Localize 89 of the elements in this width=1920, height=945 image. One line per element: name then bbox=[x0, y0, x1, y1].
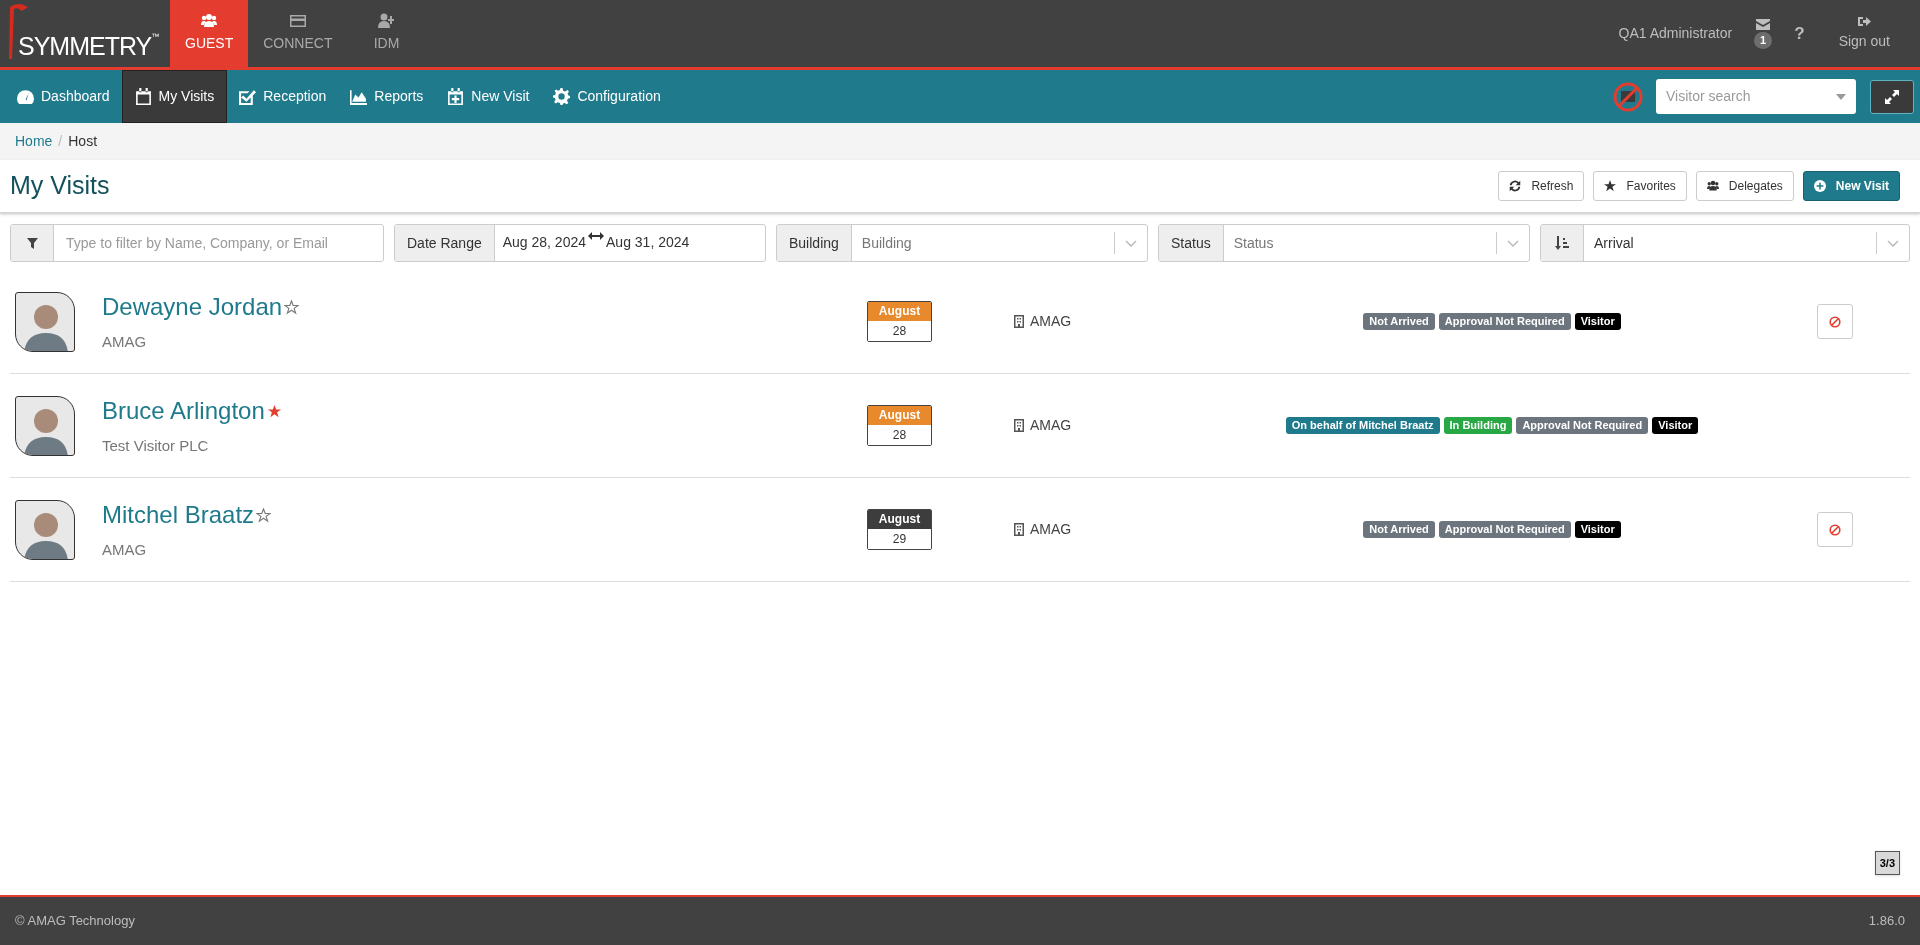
date-badge: August 28 bbox=[867, 301, 932, 342]
messages-button[interactable]: 1 bbox=[1754, 18, 1773, 49]
calendar-icon bbox=[134, 88, 152, 105]
filter-field[interactable]: Type to filter by Name, Company, or Email bbox=[10, 224, 384, 262]
action-button[interactable]: New Visit bbox=[1802, 171, 1900, 201]
sort-icon bbox=[1555, 236, 1569, 250]
filter-icon bbox=[26, 237, 38, 249]
action-button[interactable]: Favorites bbox=[1593, 171, 1687, 201]
calendar-plus-icon bbox=[447, 88, 465, 105]
users-icon bbox=[1706, 180, 1719, 192]
users-icon bbox=[201, 13, 218, 29]
star-icon bbox=[1604, 180, 1617, 192]
status-tag: On behalf of Mitchel Braatz bbox=[1285, 417, 1440, 434]
breadcrumb-separator: / bbox=[57, 132, 64, 151]
building-name: AMAG bbox=[1030, 416, 1072, 435]
message-count: 1 bbox=[1754, 31, 1773, 49]
nav-tab[interactable]: New Visit bbox=[435, 70, 542, 123]
status-label: Status bbox=[1159, 225, 1224, 261]
cancel-visit-button[interactable] bbox=[1817, 512, 1853, 547]
page-title: My Visits bbox=[10, 170, 111, 202]
page-counter: 3/3 bbox=[1874, 850, 1900, 875]
nav-tab[interactable]: Reports bbox=[338, 70, 436, 123]
chevron-icon bbox=[1887, 239, 1899, 247]
building-icon bbox=[1014, 315, 1024, 328]
building-icon bbox=[1014, 523, 1024, 536]
status-tag: Visitor bbox=[1652, 417, 1699, 434]
checkbox-icon bbox=[239, 88, 257, 105]
visitor-search-field[interactable]: Visitor search bbox=[1656, 79, 1856, 114]
user-name[interactable]: QA1 Administrator bbox=[1618, 23, 1733, 44]
gear-icon bbox=[553, 88, 571, 105]
visitor-name[interactable]: Mitchel Braatz bbox=[102, 497, 255, 534]
card-icon bbox=[289, 13, 306, 29]
chevron-icon bbox=[1125, 239, 1137, 247]
status-dropdown[interactable]: Status bbox=[1223, 225, 1529, 261]
building-name: AMAG bbox=[1030, 312, 1072, 331]
favorite-star-icon[interactable] bbox=[284, 299, 300, 315]
action-button[interactable]: Refresh bbox=[1498, 171, 1585, 201]
gauge-icon bbox=[17, 88, 34, 105]
plus-icon bbox=[1813, 180, 1826, 192]
ban-icon bbox=[1829, 523, 1841, 536]
nav-tab[interactable]: Configuration bbox=[541, 70, 673, 123]
favorite-star-icon[interactable] bbox=[266, 403, 282, 419]
status-tag: Approval Not Required bbox=[1438, 313, 1571, 330]
sign-out-icon bbox=[1857, 15, 1871, 27]
building-label: Building bbox=[777, 225, 852, 261]
module-tab[interactable]: GUEST bbox=[170, 0, 249, 67]
building-icon bbox=[1014, 419, 1024, 432]
status-tag: Visitor bbox=[1574, 313, 1621, 330]
user-plus-icon bbox=[378, 13, 395, 29]
breadcrumb-current: Host bbox=[68, 132, 98, 151]
envelope-icon bbox=[1756, 18, 1771, 30]
help-button[interactable]: ? bbox=[1794, 20, 1805, 47]
refresh-icon bbox=[1509, 180, 1522, 192]
sign-out-button[interactable]: Sign out bbox=[1838, 15, 1890, 52]
date-badge: August 29 bbox=[867, 509, 932, 550]
company-name: AMAG bbox=[102, 332, 148, 353]
cancel-visit-button[interactable] bbox=[1817, 304, 1853, 339]
visitor-name[interactable]: Dewayne Jordan bbox=[102, 289, 283, 326]
copyright-text: © AMAG Technology bbox=[15, 912, 135, 931]
status-tag: Not Arrived bbox=[1363, 313, 1435, 330]
nav-tab[interactable]: Dashboard bbox=[5, 70, 122, 123]
status-tag: Not Arrived bbox=[1363, 521, 1435, 538]
caret-icon bbox=[1836, 93, 1846, 100]
nav-tab[interactable]: Reception bbox=[227, 70, 339, 123]
expand-icon bbox=[1885, 89, 1899, 104]
area-chart-icon bbox=[350, 88, 368, 105]
filter-input[interactable]: Type to filter by Name, Company, or Email bbox=[54, 225, 383, 261]
building-dropdown[interactable]: Building bbox=[851, 225, 1147, 261]
company-name: AMAG bbox=[102, 540, 148, 561]
favorite-star-icon[interactable] bbox=[256, 507, 272, 523]
status-tag: Approval Not Required bbox=[1516, 417, 1649, 434]
visitor-name[interactable]: Bruce Arlington bbox=[102, 393, 265, 430]
module-tab[interactable]: CONNECT bbox=[248, 0, 348, 67]
building-name: AMAG bbox=[1030, 520, 1072, 539]
brand-name: SYMMETRY™ bbox=[18, 31, 159, 61]
nav-tab[interactable]: My Visits bbox=[121, 70, 228, 123]
no-card-icon[interactable] bbox=[1612, 80, 1644, 113]
date-badge: August 28 bbox=[867, 405, 932, 446]
module-tab[interactable]: IDM bbox=[347, 0, 426, 67]
breadcrumb-link[interactable]: Home bbox=[15, 131, 53, 152]
version-text: 1.86.0 bbox=[1868, 912, 1905, 931]
status-tag: In Building bbox=[1443, 417, 1513, 434]
chevron-icon bbox=[1507, 239, 1519, 247]
company-name: Test Visitor PLC bbox=[102, 436, 210, 457]
action-button[interactable]: Delegates bbox=[1695, 171, 1794, 201]
status-tag: Approval Not Required bbox=[1438, 521, 1571, 538]
fullscreen-button[interactable] bbox=[1870, 79, 1914, 114]
status-tag: Visitor bbox=[1574, 521, 1621, 538]
ban-icon bbox=[1829, 315, 1841, 328]
